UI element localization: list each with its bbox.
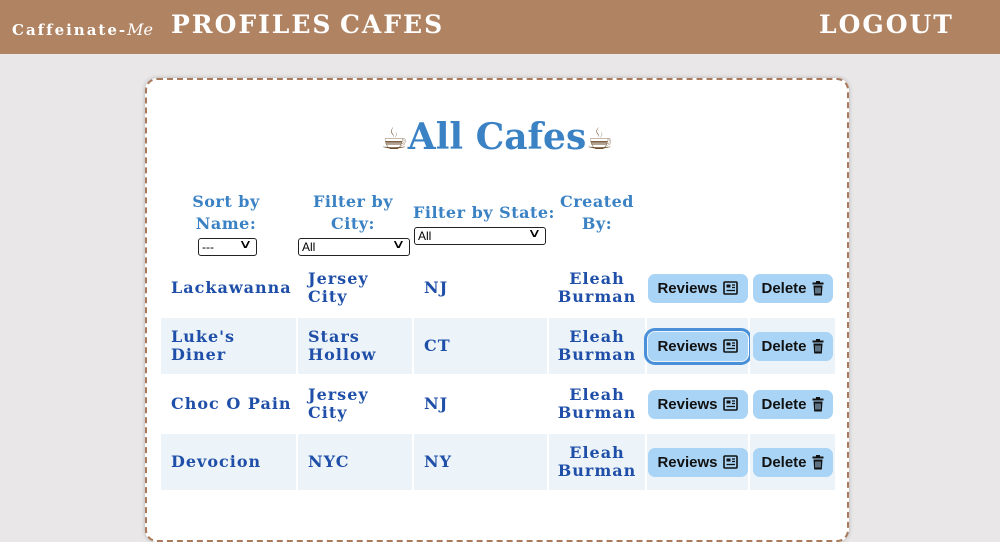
reviews-label: Reviews — [657, 279, 718, 297]
trash-icon — [812, 280, 824, 295]
chevron-down-icon: ∨ — [391, 237, 406, 251]
creator-first: Eleah — [569, 443, 625, 462]
created-label-line1: Created — [560, 192, 634, 211]
page-title-text: All Cafes — [407, 116, 587, 158]
table-row: Devocion NYC NY Eleah Burman Reviews Dele… — [161, 434, 835, 490]
creator-last: Burman — [557, 345, 637, 364]
delete-button[interactable]: Delete — [752, 273, 833, 303]
newspaper-icon — [722, 455, 738, 469]
delete-label: Delete — [761, 453, 807, 471]
sort-by-name-select[interactable]: --- ∨ — [198, 237, 257, 256]
table-row: Lackawanna Jersey City NJ Eleah Burman Re… — [161, 260, 835, 316]
filter-by-city-label: Filter by City: — [297, 191, 409, 235]
nav-profiles-link[interactable]: PROFILES — [171, 10, 332, 39]
reviews-button[interactable]: Reviews — [647, 273, 748, 303]
reviews-cell: Reviews — [647, 434, 748, 490]
reviews-button[interactable]: Reviews — [643, 327, 752, 365]
sort-label-line1: Sort by — [192, 192, 260, 211]
delete-cell: Delete — [750, 260, 835, 316]
reviews-label: Reviews — [657, 453, 718, 471]
page-title: ☕All Cafes☕ — [147, 116, 847, 158]
cafe-city: Jersey City — [298, 260, 412, 316]
cafe-creator: Eleah Burman — [549, 260, 645, 316]
city-label-line1: Filter by — [312, 192, 394, 211]
creator-last: Burman — [557, 461, 637, 480]
reviews-cell: Reviews — [643, 318, 752, 374]
filter-by-city-select[interactable]: All ∨ — [298, 237, 410, 256]
delete-label: Delete — [761, 337, 807, 355]
chevron-down-icon: ∨ — [527, 226, 542, 240]
city-label-line2: City: — [331, 214, 375, 233]
brand-script-text: Me — [127, 20, 153, 39]
delete-button[interactable]: Delete — [752, 447, 833, 477]
brand-logo[interactable]: Caffeinate-Me — [12, 20, 153, 39]
table-row: Choc O Pain Jersey City NJ Eleah Burman R… — [161, 376, 835, 432]
delete-cell: Delete — [750, 434, 835, 490]
table-row: Luke's Diner Stars Hollow CT Eleah Burman … — [161, 318, 835, 374]
delete-button[interactable]: Delete — [752, 389, 833, 419]
creator-last: Burman — [557, 403, 637, 422]
delete-label: Delete — [761, 395, 807, 413]
reviews-cell: Reviews — [647, 376, 748, 432]
nav-logout-link[interactable]: LOGOUT — [819, 10, 954, 39]
created-label-line2: By: — [581, 214, 613, 233]
sort-by-name-label: Sort by Name: — [181, 191, 271, 235]
cafe-city: NYC — [298, 434, 412, 490]
cafes-card: ☕All Cafes☕ Sort by Name: --- ∨ Filter b… — [145, 78, 849, 542]
cafe-city: Jersey City — [298, 376, 412, 432]
newspaper-icon — [722, 397, 738, 411]
cafe-creator: Eleah Burman — [549, 318, 645, 374]
reviews-label: Reviews — [657, 337, 718, 355]
delete-cell: Delete — [750, 376, 835, 432]
delete-cell: Delete — [750, 318, 835, 374]
delete-button[interactable]: Delete — [752, 331, 833, 361]
trash-icon — [812, 338, 824, 353]
cafe-creator: Eleah Burman — [549, 376, 645, 432]
cafe-name: Luke's Diner — [161, 318, 296, 374]
chevron-down-icon: ∨ — [238, 237, 253, 251]
reviews-label: Reviews — [657, 395, 718, 413]
creator-first: Eleah — [569, 269, 625, 288]
cafe-state: CT — [414, 318, 547, 374]
creator-last: Burman — [557, 287, 637, 306]
creator-first: Eleah — [569, 327, 625, 346]
reviews-cell: Reviews — [647, 260, 748, 316]
coffee-cup-icon: ☕ — [586, 122, 614, 157]
cafe-city-line2: Hollow — [308, 345, 377, 364]
sort-select-value: --- — [202, 240, 214, 254]
delete-label: Delete — [761, 279, 807, 297]
navbar: Caffeinate-Me PROFILES CAFES LOGOUT — [0, 0, 1000, 54]
cafe-city-line1: Jersey City — [308, 385, 369, 422]
reviews-button[interactable]: Reviews — [647, 447, 748, 477]
cafe-name: Choc O Pain — [171, 394, 292, 413]
created-by-label: Created By: — [551, 191, 643, 235]
cafe-state: NJ — [424, 394, 449, 413]
cafe-city: Stars Hollow — [298, 318, 412, 374]
filter-by-state-select[interactable]: All ∨ — [414, 226, 546, 245]
cafe-name: Devocion — [161, 434, 296, 490]
trash-icon — [812, 396, 824, 411]
trash-icon — [812, 454, 824, 469]
cafe-name: Lackawanna — [171, 278, 292, 297]
cafe-city-line1: NYC — [308, 452, 350, 471]
cafe-state: NY — [414, 434, 547, 490]
state-select-value: All — [418, 229, 432, 243]
creator-first: Eleah — [569, 385, 625, 404]
filter-by-state-label: Filter by State: — [413, 203, 555, 222]
city-select-value: All — [302, 240, 316, 254]
cafe-state: NJ — [424, 278, 449, 297]
nav-cafes-link[interactable]: CAFES — [340, 10, 444, 39]
cafe-creator: Eleah Burman — [549, 434, 645, 490]
cafe-city-line1: Stars — [308, 327, 360, 346]
sort-label-line2: Name: — [195, 214, 257, 233]
coffee-cup-icon: ☕ — [380, 122, 408, 157]
brand-main-text: Caffeinate- — [12, 21, 128, 39]
reviews-button[interactable]: Reviews — [647, 389, 748, 419]
newspaper-icon — [722, 339, 738, 353]
cafe-city-line1: Jersey City — [308, 269, 369, 306]
newspaper-icon — [722, 281, 738, 295]
